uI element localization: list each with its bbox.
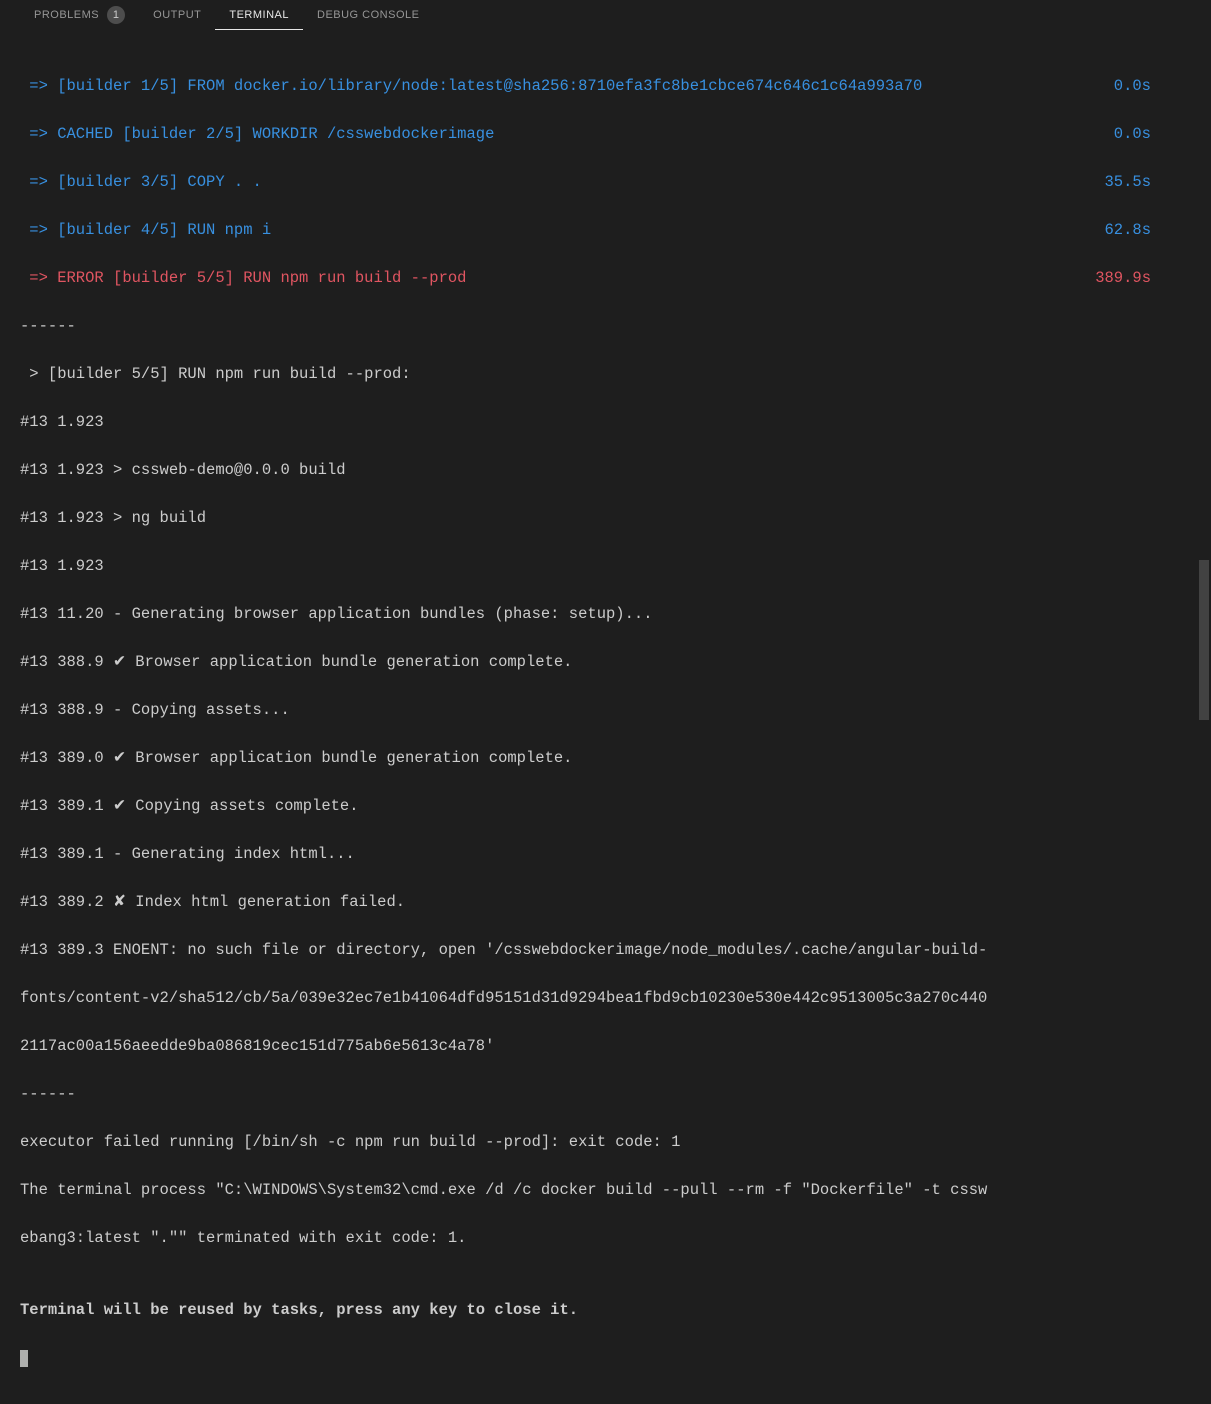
build-time: 35.5s	[1104, 170, 1151, 194]
build-error-line: => ERROR [builder 5/5] RUN npm run build…	[20, 266, 466, 290]
tab-problems[interactable]: PROBLEMS 1	[20, 0, 139, 30]
log-line: #13 389.3 ENOENT: no such file or direct…	[20, 938, 1201, 962]
tab-label: OUTPUT	[153, 9, 201, 21]
problems-count-badge: 1	[107, 6, 125, 24]
build-time: 0.0s	[1114, 74, 1151, 98]
log-line: #13 1.923	[20, 410, 1201, 434]
build-time: 0.0s	[1114, 122, 1151, 146]
log-line: #13 389.1 - Generating index html...	[20, 842, 1201, 866]
log-line: #13 389.0 ✔ Browser application bundle g…	[20, 746, 1201, 770]
scrollbar-vertical[interactable]	[1197, 35, 1211, 712]
log-header: > [builder 5/5] RUN npm run build --prod…	[20, 362, 1201, 386]
separator: ------	[20, 314, 1201, 338]
log-line: #13 388.9 ✔ Browser application bundle g…	[20, 650, 1201, 674]
tab-label: TERMINAL	[229, 9, 289, 21]
tab-output[interactable]: OUTPUT	[139, 0, 215, 30]
terminal-reuse-message: Terminal will be reused by tasks, press …	[20, 1298, 1201, 1322]
log-line: #13 389.2 ✘ Index html generation failed…	[20, 890, 1201, 914]
scrollbar-thumb[interactable]	[1199, 560, 1209, 720]
build-step-line: => [builder 3/5] COPY . .	[20, 170, 262, 194]
tab-debug-console[interactable]: DEBUG CONSOLE	[303, 0, 433, 30]
executor-line: executor failed running [/bin/sh -c npm …	[20, 1130, 1201, 1154]
executor-line: ebang3:latest "."" terminated with exit …	[20, 1226, 1201, 1250]
log-line: 2117ac00a156aeedde9ba086819cec151d775ab6…	[20, 1034, 1201, 1058]
separator: ------	[20, 1082, 1201, 1106]
tab-label: DEBUG CONSOLE	[317, 9, 419, 21]
log-line: #13 1.923 > cssweb-demo@0.0.0 build	[20, 458, 1201, 482]
log-line: fonts/content-v2/sha512/cb/5a/039e32ec7e…	[20, 986, 1201, 1010]
build-step-line: => [builder 1/5] FROM docker.io/library/…	[20, 74, 922, 98]
log-line: #13 1.923 > ng build	[20, 506, 1201, 530]
terminal-output[interactable]: => [builder 1/5] FROM docker.io/library/…	[0, 30, 1211, 1404]
log-line: #13 11.20 - Generating browser applicati…	[20, 602, 1201, 626]
build-step-line: => [builder 4/5] RUN npm i	[20, 218, 271, 242]
build-step-line: => CACHED [builder 2/5] WORKDIR /csswebd…	[20, 122, 494, 146]
log-line: #13 1.923	[20, 554, 1201, 578]
build-time: 62.8s	[1104, 218, 1151, 242]
tab-label: PROBLEMS	[34, 9, 99, 21]
panel-tabs: PROBLEMS 1 OUTPUT TERMINAL DEBUG CONSOLE	[0, 0, 1211, 30]
build-time: 389.9s	[1095, 266, 1151, 290]
executor-line: The terminal process "C:\WINDOWS\System3…	[20, 1178, 1201, 1202]
log-line: #13 389.1 ✔ Copying assets complete.	[20, 794, 1201, 818]
cursor-icon	[20, 1350, 28, 1367]
log-line: #13 388.9 - Copying assets...	[20, 698, 1201, 722]
tab-terminal[interactable]: TERMINAL	[215, 0, 303, 30]
